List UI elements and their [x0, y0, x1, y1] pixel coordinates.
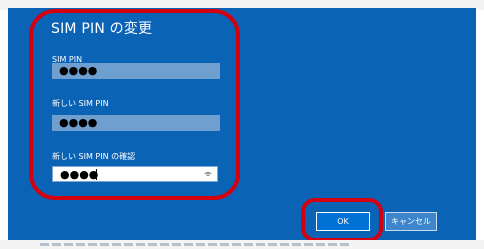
window-bottom-edge [0, 240, 484, 249]
fields-highlight [29, 9, 240, 200]
ok-button-highlight [301, 198, 383, 242]
cancel-button[interactable]: キャンセル [385, 212, 437, 231]
blurred-background-text [40, 243, 350, 246]
